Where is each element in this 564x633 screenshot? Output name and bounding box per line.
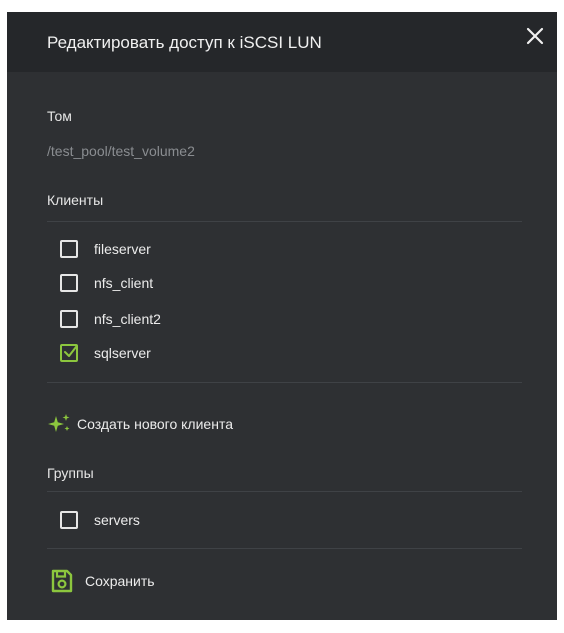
client-label: nfs_client [94,275,154,291]
floppy-disk-icon [51,569,73,593]
client-label: fileserver [94,241,151,257]
save-button[interactable]: Сохранить [51,567,155,595]
divider [47,382,522,383]
sparkle-icon [48,414,70,432]
divider [47,221,522,222]
volume-label: Том [47,108,72,124]
checkbox[interactable] [60,310,78,328]
client-label: sqlserver [94,345,151,361]
group-label: servers [94,512,140,528]
divider [47,491,522,492]
client-item-nfs-client2[interactable]: nfs_client2 [60,308,161,330]
checkbox[interactable] [60,511,78,529]
dialog-title: Редактировать доступ к iSCSI LUN [47,33,322,52]
client-item-nfs-client[interactable]: nfs_client [60,272,153,294]
client-item-sqlserver[interactable]: sqlserver [60,342,151,364]
create-client-label: Создать нового клиента [77,416,233,432]
client-label: nfs_client2 [94,311,161,327]
divider [47,548,522,549]
clients-label: Клиенты [47,192,104,208]
dialog-header: Редактировать доступ к iSCSI LUN [7,12,557,72]
save-label: Сохранить [85,573,155,589]
volume-value: /test_pool/test_volume2 [47,143,195,159]
groups-label: Группы [47,465,94,481]
checkbox[interactable] [60,240,78,258]
close-icon [526,27,544,45]
close-button[interactable] [521,22,549,50]
create-client-button[interactable]: Создать нового клиента [47,412,233,436]
client-item-fileserver[interactable]: fileserver [60,238,151,260]
checkbox-checked[interactable] [60,344,78,362]
edit-access-dialog: Редактировать доступ к iSCSI LUN Том /te… [7,12,557,620]
group-item-servers[interactable]: servers [60,509,140,531]
checkbox[interactable] [60,274,78,292]
background-strip [0,0,564,12]
checkmark-icon [64,346,77,357]
